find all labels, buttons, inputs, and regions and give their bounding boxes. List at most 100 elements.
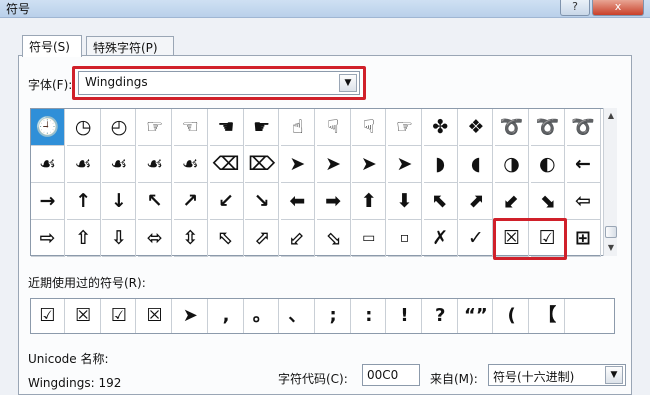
- symbol-cell[interactable]: ✤: [423, 109, 458, 146]
- symbol-cell[interactable]: ↙: [209, 183, 244, 220]
- recent-symbol[interactable]: “”: [459, 299, 494, 333]
- symbol-cell[interactable]: ⬁: [209, 220, 244, 257]
- symbol-cell[interactable]: ↖: [138, 183, 173, 220]
- symbol-cell[interactable]: ⇩: [102, 220, 137, 257]
- title-bar: 符号 ? x: [0, 0, 650, 18]
- recent-symbol[interactable]: :: [352, 299, 387, 333]
- symbol-cell[interactable]: ◗: [423, 146, 458, 183]
- grid-scrollbar[interactable]: ▲ ▼: [603, 108, 617, 256]
- symbol-cell[interactable]: ⬄: [138, 220, 173, 257]
- symbol-cell[interactable]: ⬆: [352, 183, 387, 220]
- char-code-label: 字符代码(C):: [278, 372, 348, 386]
- recent-symbol[interactable]: ☒: [67, 299, 101, 333]
- symbol-cell[interactable]: ⬊: [530, 183, 565, 220]
- symbol-cell[interactable]: ⊞: [566, 220, 601, 257]
- symbol-cell[interactable]: 🕘: [31, 109, 65, 146]
- symbol-cell[interactable]: ☙: [66, 146, 101, 183]
- symbol-cell[interactable]: ☙: [173, 146, 208, 183]
- unicode-name-value: Wingdings: 192: [28, 376, 122, 390]
- highlight-font: [72, 66, 366, 100]
- symbol-cell[interactable]: ☟: [352, 109, 387, 146]
- symbol-cell[interactable]: ◴: [102, 109, 137, 146]
- symbol-cell[interactable]: ✗: [423, 220, 458, 257]
- symbol-cell[interactable]: ➤: [388, 146, 422, 183]
- recent-symbol[interactable]: ☑: [102, 299, 137, 333]
- symbol-cell[interactable]: ←: [566, 146, 601, 183]
- symbol-cell[interactable]: ◷: [66, 109, 101, 146]
- symbol-cell[interactable]: ☜: [173, 109, 208, 146]
- symbol-cell[interactable]: ✓: [459, 220, 494, 257]
- tab-special-characters[interactable]: 特殊字符(P): [86, 36, 174, 56]
- from-label: 来自(M):: [430, 372, 478, 386]
- symbol-cell[interactable]: ↘: [245, 183, 280, 220]
- symbol-cell[interactable]: ⇦: [566, 183, 601, 220]
- symbol-cell[interactable]: ▭: [352, 220, 387, 257]
- recent-symbol[interactable]: 、: [281, 299, 315, 333]
- symbol-cell[interactable]: ➤: [316, 146, 351, 183]
- symbol-cell[interactable]: ◑: [495, 146, 530, 183]
- char-code-input[interactable]: 00C0: [362, 364, 420, 386]
- symbol-cell[interactable]: ➤: [280, 146, 315, 183]
- recent-symbol[interactable]: ?: [424, 299, 458, 333]
- symbol-cell[interactable]: ⬂: [316, 220, 351, 257]
- highlight-checkboxes: [493, 218, 567, 260]
- close-icon: x: [614, 0, 622, 13]
- recent-symbol[interactable]: ,: [210, 299, 244, 333]
- close-button[interactable]: x: [592, 0, 644, 16]
- recent-symbols: ☑ ☒ ☑ ☒ ➤,。、;:!? “”(【: [30, 298, 615, 334]
- recent-label: 近期使用过的符号(R):: [28, 276, 146, 290]
- from-select[interactable]: 符号(十六进制) ▼: [488, 364, 626, 386]
- symbol-cell[interactable]: ❖: [459, 109, 494, 146]
- symbol-cell[interactable]: ➰: [495, 109, 530, 146]
- tab-symbols[interactable]: 符号(S): [22, 35, 82, 57]
- symbol-cell[interactable]: ☙: [138, 146, 173, 183]
- recent-symbol[interactable]: ➤: [174, 299, 208, 333]
- symbol-cell[interactable]: ⇧: [66, 220, 101, 257]
- symbol-cell[interactable]: ↓: [102, 183, 137, 220]
- symbol-cell[interactable]: ⬋: [495, 183, 530, 220]
- dialog-title: 符号: [6, 2, 31, 16]
- recent-symbol[interactable]: (: [495, 299, 530, 333]
- symbol-cell[interactable]: ⬉: [423, 183, 458, 220]
- symbol-cell[interactable]: ☙: [102, 146, 137, 183]
- symbol-cell[interactable]: ↑: [66, 183, 101, 220]
- symbol-cell[interactable]: ⬈: [459, 183, 494, 220]
- symbol-cell[interactable]: ☟: [316, 109, 351, 146]
- recent-symbol[interactable]: ☑: [31, 299, 65, 333]
- symbol-cell[interactable]: ☞: [388, 109, 422, 146]
- symbol-cell[interactable]: ☝: [280, 109, 315, 146]
- symbol-cell[interactable]: ▫: [388, 220, 422, 257]
- symbol-cell[interactable]: ➰: [530, 109, 565, 146]
- help-button[interactable]: ?: [560, 0, 590, 16]
- symbol-cell[interactable]: ⌦: [245, 146, 280, 183]
- symbol-cell[interactable]: ⬀: [245, 220, 280, 257]
- symbol-cell[interactable]: ☛: [245, 109, 280, 146]
- symbol-cell[interactable]: →: [31, 183, 65, 220]
- symbol-cell[interactable]: ◖: [459, 146, 494, 183]
- symbol-cell[interactable]: ☞: [138, 109, 173, 146]
- symbol-cell[interactable]: ↗: [173, 183, 208, 220]
- recent-symbol[interactable]: !: [388, 299, 422, 333]
- symbol-cell[interactable]: ➡: [316, 183, 351, 220]
- symbol-cell[interactable]: ⌫: [209, 146, 244, 183]
- recent-symbol[interactable]: ;: [317, 299, 351, 333]
- symbol-cell[interactable]: ☚: [209, 109, 244, 146]
- recent-symbol[interactable]: 。: [245, 299, 280, 333]
- symbol-cell[interactable]: ⬇: [388, 183, 422, 220]
- symbol-cell[interactable]: ◐: [530, 146, 565, 183]
- symbol-cell[interactable]: ⬃: [280, 220, 315, 257]
- symbol-cell[interactable]: ☙: [31, 146, 65, 183]
- symbol-cell[interactable]: ➤: [352, 146, 387, 183]
- recent-symbol[interactable]: 【: [531, 299, 565, 333]
- scroll-thumb[interactable]: [605, 226, 617, 238]
- symbol-cell[interactable]: ➰: [566, 109, 601, 146]
- symbol-cell[interactable]: ⬅: [280, 183, 315, 220]
- scroll-down-icon[interactable]: ▼: [604, 240, 618, 256]
- unicode-name-label: Unicode 名称:: [28, 352, 109, 366]
- from-select-value: 符号(十六进制): [493, 370, 575, 384]
- recent-symbol[interactable]: ☒: [138, 299, 173, 333]
- chevron-down-icon[interactable]: ▼: [605, 366, 623, 384]
- scroll-up-icon[interactable]: ▲: [604, 108, 618, 124]
- symbol-cell[interactable]: ⇳: [173, 220, 208, 257]
- symbol-cell[interactable]: ⇨: [31, 220, 65, 257]
